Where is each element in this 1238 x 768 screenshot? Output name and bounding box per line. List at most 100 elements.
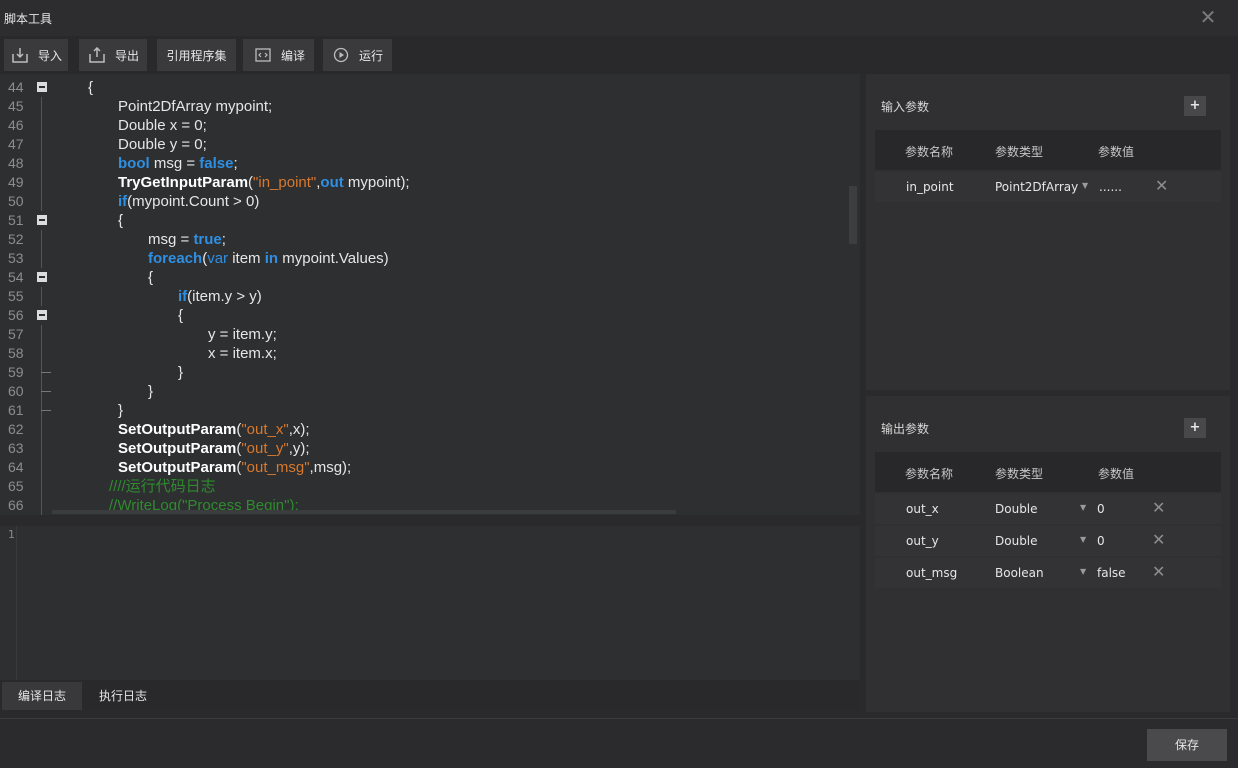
chevron-down-icon[interactable]: ▼ xyxy=(1080,535,1086,544)
param-value[interactable]: false xyxy=(1097,566,1126,580)
code-text: SetOutputParam("out_msg",msg); xyxy=(118,458,351,477)
play-icon xyxy=(333,47,349,63)
code-token: SetOutputParam xyxy=(118,421,237,438)
param-type-select[interactable]: Boolean xyxy=(995,566,1044,580)
code-token: if xyxy=(178,288,188,305)
code-line: 55 if(item.y > y) xyxy=(0,287,860,306)
param-name[interactable]: in_point xyxy=(906,180,954,194)
tab-run-log[interactable]: 执行日志 xyxy=(82,682,164,710)
code-token: ; xyxy=(233,155,238,172)
param-type-select[interactable]: Point2DfArray xyxy=(995,180,1078,194)
code-token: item xyxy=(228,250,265,267)
line-number: 51 xyxy=(8,212,24,228)
delete-icon[interactable]: ✕ xyxy=(1152,562,1165,581)
code-text: TryGetInputParam("in_point",out mypoint)… xyxy=(118,173,410,192)
input-params-panel: 输入参数 + 参数名称 参数类型 参数值 in_point Point2DfAr… xyxy=(866,74,1230,390)
fold-guide xyxy=(41,458,42,477)
code-token: foreach xyxy=(148,250,203,267)
script-tool-window: 脚本工具 ✕ 导入 导出 引用程序集 编译 运行 44 {45 Point2D… xyxy=(0,0,1238,768)
code-text: } xyxy=(178,363,183,382)
code-token: Double y = 0; xyxy=(118,136,207,153)
code-text: msg = true; xyxy=(148,230,226,249)
code-line: 65 ////运行代码日志 xyxy=(0,477,860,496)
code-token: true xyxy=(193,231,222,248)
column-type-header: 参数类型 xyxy=(995,145,1044,159)
code-token: (item.y > y) xyxy=(187,288,262,305)
delete-icon[interactable]: ✕ xyxy=(1152,530,1165,549)
code-token: var xyxy=(207,250,229,267)
reference-assembly-button[interactable]: 引用程序集 xyxy=(157,39,236,71)
export-button[interactable]: 导出 xyxy=(79,39,147,71)
chevron-down-icon[interactable]: ▼ xyxy=(1080,503,1086,512)
collapse-icon[interactable] xyxy=(37,82,47,92)
line-number: 57 xyxy=(8,326,24,342)
code-editor[interactable]: 44 {45 Point2DfArray mypoint; 46 Double x = … xyxy=(0,74,860,515)
param-value[interactable]: 0 xyxy=(1097,502,1105,516)
code-line: 51 { xyxy=(0,211,860,230)
code-token: mypoint); xyxy=(343,174,410,191)
import-label: 导入 xyxy=(38,48,63,63)
delete-icon[interactable]: ✕ xyxy=(1152,498,1165,517)
code-token: bool xyxy=(118,155,150,172)
chevron-down-icon[interactable]: ▼ xyxy=(1080,567,1086,576)
line-number: 65 xyxy=(8,478,24,494)
param-name[interactable]: out_y xyxy=(906,534,939,548)
line-number: 62 xyxy=(8,421,24,437)
line-number: 48 xyxy=(8,155,24,171)
code-text: } xyxy=(148,382,153,401)
add-input-param-button[interactable]: + xyxy=(1184,96,1206,116)
collapse-icon[interactable] xyxy=(37,272,47,282)
output-params-header: 参数名称 参数类型 参数值 xyxy=(875,452,1221,492)
log-line-number: 1 xyxy=(8,528,15,541)
code-line: 58 x = item.x; xyxy=(0,344,860,363)
code-token: { xyxy=(118,212,124,229)
delete-icon[interactable]: ✕ xyxy=(1155,176,1168,195)
tab-compile-log[interactable]: 编译日志 xyxy=(2,682,82,710)
vertical-scrollbar[interactable] xyxy=(849,186,857,244)
import-icon xyxy=(12,47,28,63)
fold-guide xyxy=(41,325,42,344)
param-value[interactable]: ...... xyxy=(1099,180,1122,194)
code-icon xyxy=(255,47,271,63)
param-type-select[interactable]: Double xyxy=(995,534,1038,548)
code-token: out xyxy=(320,174,344,191)
close-icon[interactable]: ✕ xyxy=(1198,7,1218,27)
code-line: 56 { xyxy=(0,306,860,325)
log-output[interactable]: 1 xyxy=(0,526,860,680)
line-number: 46 xyxy=(8,117,24,133)
fold-guide xyxy=(41,192,42,211)
fold-guide xyxy=(41,439,42,458)
code-line: 53 foreach(var item in mypoint.Values) xyxy=(0,249,860,268)
line-number: 52 xyxy=(8,231,24,247)
export-icon xyxy=(89,47,105,63)
param-type-select[interactable]: Double xyxy=(995,502,1038,516)
run-button[interactable]: 运行 xyxy=(323,39,392,71)
param-name[interactable]: out_msg xyxy=(906,566,957,580)
code-token: msg = xyxy=(148,231,194,248)
code-line: 62 SetOutputParam("out_x",x); xyxy=(0,420,860,439)
line-number: 50 xyxy=(8,193,24,209)
code-line: 50 if(mypoint.Count > 0) xyxy=(0,192,860,211)
code-text: ////运行代码日志 xyxy=(109,477,216,496)
compile-button[interactable]: 编译 xyxy=(243,39,314,71)
chevron-down-icon[interactable]: ▼ xyxy=(1082,181,1088,190)
param-value[interactable]: 0 xyxy=(1097,534,1105,548)
add-output-param-button[interactable]: + xyxy=(1184,418,1206,438)
log-gutter-divider xyxy=(16,526,17,680)
line-number: 54 xyxy=(8,269,24,285)
code-text: foreach(var item in mypoint.Values) xyxy=(148,249,389,268)
code-line: 47 Double y = 0; xyxy=(0,135,860,154)
param-name[interactable]: out_x xyxy=(906,502,939,516)
code-line: 52 msg = true; xyxy=(0,230,860,249)
collapse-icon[interactable] xyxy=(37,215,47,225)
fold-guide xyxy=(41,173,42,192)
code-text: { xyxy=(118,211,123,230)
import-button[interactable]: 导入 xyxy=(4,39,68,71)
column-type-header: 参数类型 xyxy=(995,467,1044,481)
horizontal-scrollbar[interactable] xyxy=(52,510,676,514)
line-number: 53 xyxy=(8,250,24,266)
collapse-icon[interactable] xyxy=(37,310,47,320)
fold-guide xyxy=(41,230,42,249)
save-button[interactable]: 保存 xyxy=(1147,729,1227,761)
fold-guide xyxy=(41,135,42,154)
